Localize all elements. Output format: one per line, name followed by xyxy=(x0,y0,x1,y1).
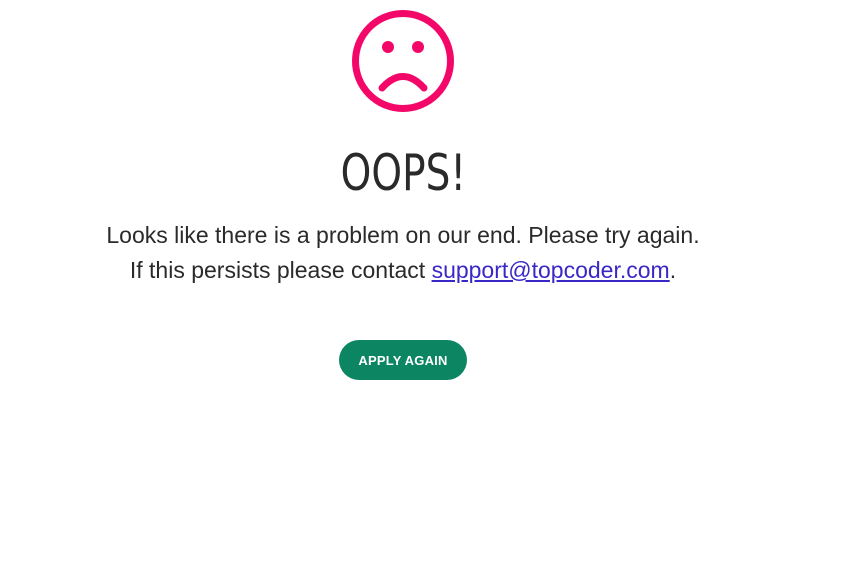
error-message-line-1: Looks like there is a problem on our end… xyxy=(106,222,700,248)
sad-face-icon xyxy=(352,10,454,112)
error-message-line-2: If this persists please contact support@… xyxy=(106,253,699,288)
error-title: OOPS! xyxy=(340,144,466,202)
error-message: Looks like there is a problem on our end… xyxy=(106,218,699,288)
contact-prefix: If this persists please contact xyxy=(129,257,432,283)
error-content: OOPS! Looks like there is a problem on o… xyxy=(0,0,806,380)
contact-suffix: . xyxy=(669,257,677,283)
apply-again-button[interactable]: APPLY AGAIN xyxy=(339,340,467,380)
error-page: OOPS! Looks like there is a problem on o… xyxy=(0,0,859,570)
support-email-link[interactable]: support@topcoder.com xyxy=(432,257,670,283)
